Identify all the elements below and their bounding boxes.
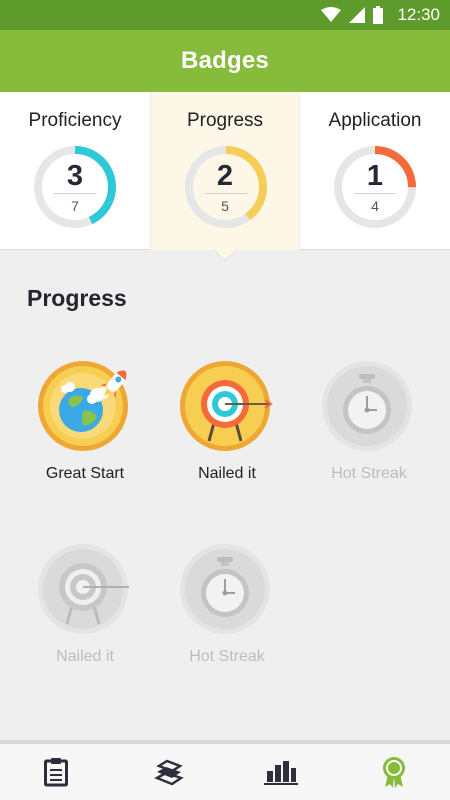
target-icon: [180, 361, 273, 451]
divider: [354, 193, 396, 194]
status-bar: 12:30: [0, 0, 450, 30]
badge-label: Nailed it: [56, 648, 114, 665]
badge-hot-streak-locked[interactable]: Hot Streak: [298, 359, 440, 483]
wifi-icon: [321, 7, 342, 22]
target-icon: [38, 544, 129, 634]
award-ribbon-icon: [382, 757, 405, 788]
page-title: Badges: [181, 47, 269, 74]
divider: [205, 193, 247, 194]
divider: [54, 193, 96, 194]
total-count: 5: [221, 198, 229, 214]
stopwatch-icon: [322, 361, 412, 451]
earned-count: 2: [216, 160, 234, 192]
section-title: Progress: [27, 285, 127, 311]
battery-icon: [373, 6, 384, 24]
bottom-nav: [0, 740, 450, 800]
selected-tab-pointer: [213, 249, 237, 260]
total-count: 4: [371, 198, 379, 214]
tab-label: Application: [328, 110, 422, 131]
badge-category-tabs: Proficiency 3 7 Progress 2 5 Application…: [0, 92, 450, 250]
stopwatch-icon: [180, 544, 270, 634]
badge-great-start[interactable]: Great Start: [14, 359, 156, 483]
status-icons: 12:30: [321, 0, 440, 30]
nav-item-reports[interactable]: [225, 744, 338, 800]
badge-hot-streak-locked[interactable]: Hot Streak: [156, 542, 298, 666]
total-count: 7: [71, 198, 79, 214]
badge-nailed-it-locked[interactable]: Nailed it: [14, 542, 156, 666]
tab-progress[interactable]: Progress 2 5: [150, 92, 300, 250]
badge-label: Great Start: [45, 465, 125, 482]
badge-label: Hot Streak: [189, 648, 265, 665]
books-icon: [153, 759, 184, 786]
badge-label: Nailed it: [198, 465, 256, 482]
clipboard-icon: [44, 758, 69, 787]
badge-nailed-it[interactable]: Nailed it: [156, 359, 298, 483]
badge-label: Hot Streak: [331, 465, 407, 482]
earned-count: 3: [66, 160, 84, 192]
nav-item-badges[interactable]: [338, 744, 450, 800]
app-bar: Badges: [0, 30, 450, 92]
status-time: 12:30: [397, 5, 440, 24]
cell-signal-icon: [349, 7, 366, 23]
tab-proficiency[interactable]: Proficiency 3 7: [0, 92, 150, 250]
tab-label: Progress: [186, 110, 264, 131]
earned-count: 1: [366, 160, 384, 192]
rocket-globe-icon: [38, 361, 128, 451]
tab-label: Proficiency: [28, 110, 122, 131]
nav-item-library[interactable]: [113, 744, 226, 800]
bar-chart-icon: [264, 761, 299, 785]
nav-item-assignments[interactable]: [0, 744, 113, 800]
tab-application[interactable]: Application 1 4: [300, 92, 450, 250]
